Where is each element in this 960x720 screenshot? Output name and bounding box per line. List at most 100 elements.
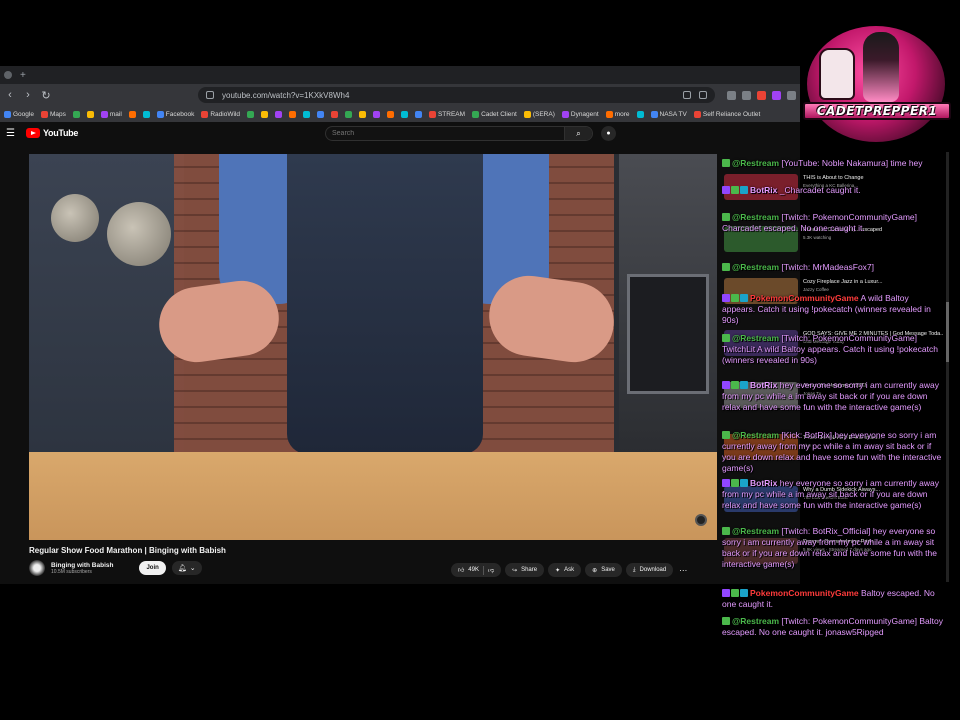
bookmark-item[interactable]: (SERA) (523, 110, 555, 118)
share-button[interactable]: ↪ Share (505, 563, 545, 577)
chat-username[interactable]: @Restream (732, 212, 779, 222)
bookmark-item[interactable] (274, 110, 282, 118)
chat-username[interactable]: PokemonCommunityGame (750, 293, 859, 303)
video-scene-pot (51, 194, 99, 242)
bookmark-item[interactable] (86, 110, 94, 118)
join-button[interactable]: Join (139, 561, 166, 575)
download-button[interactable]: ⤓ Download (625, 563, 674, 577)
tab-bar: + (0, 66, 800, 84)
dislike-icon[interactable]: 👎︎ (488, 566, 494, 574)
bookmark-item[interactable] (288, 110, 296, 118)
subscribe-bell-button[interactable]: 🔔︎ ⌄ (171, 561, 202, 575)
chat-badge-icon (722, 479, 730, 487)
bookmark-item[interactable] (316, 110, 324, 118)
chat-username[interactable]: BotRix (750, 185, 777, 195)
chat-badges (722, 294, 748, 302)
bookmark-item[interactable] (128, 110, 136, 118)
zoom-icon[interactable] (683, 91, 691, 99)
chat-text: [Twitch: MrMadeasFox7] (781, 262, 875, 272)
chat-message: BotRix hey everyone so sorry i am curren… (722, 380, 944, 413)
search-input[interactable] (326, 130, 564, 137)
bookmark-favicon-icon (260, 110, 268, 118)
tab-favicon-icon[interactable] (4, 71, 12, 79)
chat-username[interactable]: BotRix (750, 478, 777, 488)
search-icon[interactable]: ⌕ (564, 127, 592, 140)
cast-icon[interactable] (742, 90, 751, 100)
reload-icon[interactable]: ↻ (40, 89, 52, 102)
bookmark-item[interactable] (344, 110, 352, 118)
bookmark-item[interactable]: STREAM (428, 110, 465, 118)
chat-username[interactable]: @Restream (732, 158, 779, 168)
bookmark-item[interactable]: Maps (40, 110, 66, 118)
chat-badges (722, 334, 730, 342)
video-settings-icon[interactable] (695, 514, 707, 526)
chat-username[interactable]: @Restream (732, 333, 779, 343)
bookmark-item[interactable]: NASA TV (650, 110, 687, 118)
bookmark-label: Google (13, 110, 34, 118)
bookmark-favicon-icon (288, 110, 296, 118)
back-icon[interactable]: ‹ (4, 89, 16, 101)
bookmark-item[interactable] (142, 110, 150, 118)
bookmark-item[interactable]: mail (100, 110, 122, 118)
like-count[interactable]: 49K (468, 567, 479, 573)
bookmark-item[interactable] (414, 110, 422, 118)
video-player[interactable] (29, 154, 717, 540)
bookmark-item[interactable]: Facebook (156, 110, 194, 118)
bookmark-item[interactable] (330, 110, 338, 118)
bookmark-item[interactable]: Google (4, 110, 34, 118)
bookmark-item[interactable] (372, 110, 380, 118)
like-icon[interactable]: 👍︎ (458, 566, 464, 574)
chat-username[interactable]: @Restream (732, 430, 779, 440)
bookmark-favicon-icon (142, 110, 150, 118)
chat-badge-icon (731, 186, 739, 194)
bookmark-favicon-icon (72, 110, 80, 118)
bookmark-item[interactable]: Dynagent (561, 110, 599, 118)
bookmark-item[interactable] (260, 110, 268, 118)
chat-username[interactable]: BotRix (750, 380, 777, 390)
site-info-icon[interactable] (206, 91, 214, 99)
bookmark-item[interactable] (358, 110, 366, 118)
url-text[interactable]: youtube.com/watch?v=1KXkV8Wh4 (222, 91, 675, 100)
bookmark-item[interactable] (400, 110, 408, 118)
chat-message: @Restream [YouTube: Noble Nakamura] time… (722, 158, 944, 169)
bookmark-item[interactable] (72, 110, 80, 118)
bookmark-star-icon[interactable] (699, 91, 707, 99)
bookmark-item[interactable]: RadioWild (201, 110, 240, 118)
download-label: Download (639, 567, 667, 573)
bookmark-item[interactable] (246, 110, 254, 118)
video-actions: 👍︎ 49K 👎︎ ↪ Share ✦ Ask ⊕ Save ⤓ Downloa… (451, 563, 689, 577)
bookmark-favicon-icon (472, 110, 480, 118)
forward-icon[interactable]: › (22, 89, 34, 101)
hand-icon (819, 48, 855, 100)
more-icon[interactable]: ⋯ (677, 566, 689, 575)
share-icon: ↪ (512, 567, 518, 574)
address-bar[interactable]: youtube.com/watch?v=1KXkV8Wh4 (198, 87, 715, 103)
menu-icon[interactable]: ☰ (6, 128, 18, 139)
bookmark-item[interactable] (386, 110, 394, 118)
bookmark-item[interactable]: Self Reliance Outlet (693, 110, 760, 118)
youtube-wordmark: YouTube (43, 128, 79, 138)
youtube-logo[interactable]: YouTube (26, 128, 78, 138)
new-tab-icon[interactable]: + (20, 70, 26, 81)
chat-username[interactable]: @Restream (732, 262, 779, 272)
channel-name[interactable]: Binging with Babish (51, 562, 113, 569)
bookmark-favicon-icon (428, 110, 436, 118)
streamer-name: CADETPREPPER1 (816, 104, 938, 118)
chat-username[interactable]: PokemonCommunityGame (750, 588, 859, 598)
share-page-icon[interactable] (727, 90, 736, 100)
mic-icon[interactable]: ● (601, 126, 616, 141)
ask-button[interactable]: ✦ Ask (548, 563, 582, 577)
bookmark-label: (SERA) (532, 110, 555, 118)
bookmark-favicon-icon (561, 110, 569, 118)
bookmark-item[interactable]: Cadet Client (472, 110, 517, 118)
save-button[interactable]: ⊕ Save (585, 563, 622, 577)
channel-avatar[interactable] (29, 560, 45, 576)
chat-username[interactable]: @Restream (732, 526, 779, 536)
bookmark-item[interactable] (636, 110, 644, 118)
character-figure (863, 32, 899, 102)
extension-icon[interactable] (757, 90, 766, 100)
bookmark-item[interactable] (302, 110, 310, 118)
extension-icon[interactable] (772, 90, 781, 100)
chat-username[interactable]: @Restream (732, 616, 779, 626)
bookmark-item[interactable]: more (605, 110, 630, 118)
